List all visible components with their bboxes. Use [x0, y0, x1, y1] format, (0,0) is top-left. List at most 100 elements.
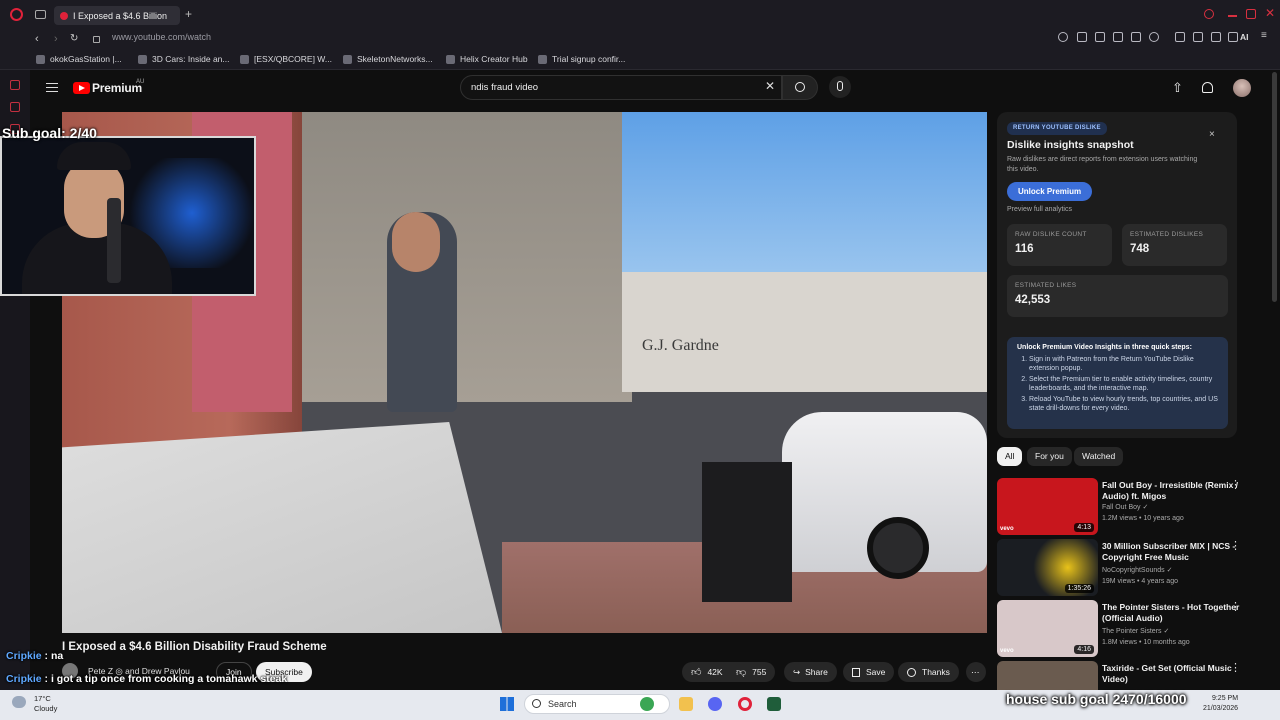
clear-search-icon[interactable]: ✕ [765, 79, 775, 93]
bookmark-item[interactable]: Helix Creator Hub [446, 54, 528, 64]
chip-for-you[interactable]: For you [1027, 447, 1072, 466]
tab-favicon-icon [60, 11, 68, 20]
sidebar-icon[interactable] [10, 102, 20, 112]
duration-badge: 1:35:26 [1064, 584, 1094, 593]
start-menu-icon[interactable] [500, 697, 514, 711]
opera-gx-icon[interactable] [738, 697, 752, 711]
recommendation-item[interactable]: vevo 4:13 Fall Out Boy - Irresistible (Re… [997, 478, 1257, 536]
recommendation-channel[interactable]: The Pointer Sisters ✓ [1102, 627, 1169, 635]
bookmark-item[interactable]: 3D Cars: Inside an... [138, 54, 229, 64]
sidebar-icon[interactable] [10, 80, 20, 90]
new-tab-button[interactable]: + [185, 7, 192, 21]
recommendation-item[interactable]: 1:35:26 30 Million Subscriber MIX | NCS … [997, 539, 1257, 597]
microphone-icon [837, 81, 843, 91]
recommendation-item[interactable]: Taxiride - Get Set (Official Music Video… [997, 661, 1257, 690]
forward-icon[interactable]: › [54, 33, 58, 45]
search-button[interactable] [782, 75, 818, 100]
chip-watched[interactable]: Watched [1074, 447, 1124, 466]
search-input[interactable]: ndis fraud video [460, 75, 782, 100]
bookmark-item[interactable]: Trial signup confir... [538, 54, 625, 64]
discord-icon[interactable] [708, 697, 722, 711]
weather-widget[interactable]: 17°C Cloudy [34, 694, 57, 714]
recommendation-title[interactable]: 30 Million Subscriber MIX | NCS - Copyri… [1102, 541, 1240, 563]
shield-icon[interactable] [1113, 32, 1123, 42]
notifications-bell-icon[interactable] [1202, 82, 1213, 93]
more-options-icon[interactable]: ⋮ [1230, 539, 1241, 552]
upload-icon[interactable]: ⇧ [1172, 80, 1183, 96]
snapshot-icon[interactable] [1095, 32, 1105, 42]
share-button[interactable]: ↪ Share [784, 662, 837, 682]
like-button[interactable]: 👍︎ 42K [682, 662, 729, 682]
back-icon[interactable]: ‹ [35, 33, 39, 45]
extensions-icon[interactable] [1175, 32, 1185, 42]
system-clock[interactable]: 9:25 PM 21/03/2026 [1203, 694, 1238, 714]
preview-analytics-link[interactable]: Preview full analytics [1007, 206, 1072, 213]
heart-icon[interactable] [1149, 32, 1159, 42]
bookmark-icon[interactable] [1077, 32, 1087, 42]
maximize-icon[interactable] [1246, 9, 1256, 19]
thanks-button[interactable]: Thanks [898, 662, 959, 682]
estimated-dislikes-stat: ESTIMATED DISLIKES 748 [1122, 224, 1227, 266]
close-icon[interactable]: ✕ [1265, 6, 1275, 20]
unlock-premium-button[interactable]: Unlock Premium [1007, 182, 1093, 201]
tab-grid-icon[interactable] [35, 10, 46, 19]
share-icon[interactable] [1193, 32, 1203, 42]
estimated-likes-stat: ESTIMATED LIKES 42,553 [1007, 275, 1228, 317]
opera-logo-icon[interactable] [10, 8, 23, 21]
youtube-logo-icon[interactable] [73, 82, 90, 94]
pin-icon[interactable] [1228, 32, 1238, 42]
video-thumbnail[interactable]: 1:35:26 [997, 539, 1098, 596]
vevo-logo: vevo [1000, 648, 1014, 654]
close-panel-icon[interactable]: × [1209, 129, 1215, 140]
step-item: Select the Premium tier to enable activi… [1029, 375, 1218, 393]
address-bar[interactable]: www.youtube.com/watch [112, 32, 211, 42]
video-title: I Exposed a $4.6 Billion Disability Frau… [62, 641, 327, 653]
zoom-icon[interactable] [1058, 32, 1068, 42]
reload-icon[interactable]: ↻ [70, 33, 78, 44]
recommendation-channel[interactable]: Fall Out Boy ✓ [1102, 503, 1148, 511]
recommendation-meta: 1.8M views • 10 months ago [1102, 639, 1190, 646]
more-options-icon[interactable]: ⋮ [1230, 478, 1241, 491]
dislike-button[interactable]: 👎︎ 755 [728, 662, 776, 682]
menu-icon[interactable]: ≡ [1261, 30, 1267, 41]
page-scrollbar[interactable] [1272, 72, 1277, 302]
save-button[interactable]: Save [843, 662, 895, 682]
player-icon[interactable] [1131, 32, 1141, 42]
more-actions-icon[interactable]: ⋯ [966, 662, 986, 682]
file-explorer-icon[interactable] [679, 697, 693, 711]
recommendation-title[interactable]: Fall Out Boy - Irresistible (Remix / Aud… [1102, 480, 1240, 502]
avatar[interactable] [1233, 79, 1251, 97]
active-tab[interactable]: I Exposed a $4.6 Billion [54, 6, 180, 25]
bookmark-item[interactable]: [ESX/QBCORE] W... [240, 54, 332, 64]
recommendation-item[interactable]: vevo 4:16 The Pointer Sisters - Hot Toget… [997, 600, 1257, 658]
video-frame-building [622, 272, 987, 392]
chip-all[interactable]: All [997, 447, 1023, 466]
video-thumbnail[interactable]: vevo 4:16 [997, 600, 1098, 657]
video-thumbnail[interactable] [997, 661, 1098, 690]
minimize-icon[interactable] [1228, 15, 1237, 17]
unlock-steps-box: Unlock Premium Video Insights in three q… [1007, 337, 1228, 429]
video-thumbnail[interactable]: vevo 4:13 [997, 478, 1098, 535]
search-tabs-icon[interactable] [1204, 9, 1214, 19]
window-controls[interactable]: ✕ [1204, 6, 1275, 21]
video-frame-head [392, 212, 440, 272]
voice-search-button[interactable] [829, 76, 851, 98]
download-icon[interactable] [1211, 32, 1221, 42]
bookmark-item[interactable]: okokGasStation |... [36, 54, 122, 64]
more-options-icon[interactable]: ⋮ [1230, 661, 1241, 674]
recommendation-title[interactable]: The Pointer Sisters - Hot Together (Offi… [1102, 602, 1240, 624]
weather-icon[interactable] [12, 696, 26, 708]
terminal-icon[interactable] [767, 697, 781, 711]
stat-label: RAW DISLIKE COUNT [1015, 231, 1087, 238]
browser-tab-bar: I Exposed a $4.6 Billion + ✕ [0, 0, 1280, 30]
share-arrow-icon: ↪ [793, 666, 801, 677]
bookmark-favicon-icon [36, 54, 45, 64]
bookmark-item[interactable]: SkeletonNetworks... [343, 54, 433, 64]
more-options-icon[interactable]: ⋮ [1230, 600, 1241, 613]
recommendation-title[interactable]: Taxiride - Get Set (Official Music Video… [1102, 663, 1240, 685]
hamburger-menu-icon[interactable] [46, 83, 58, 92]
ai-button[interactable]: AI [1240, 32, 1249, 42]
youtube-premium-label[interactable]: Premium [92, 81, 142, 95]
recommendation-channel[interactable]: NoCopyrightSounds ✓ [1102, 566, 1172, 574]
app-icon[interactable] [640, 697, 654, 711]
